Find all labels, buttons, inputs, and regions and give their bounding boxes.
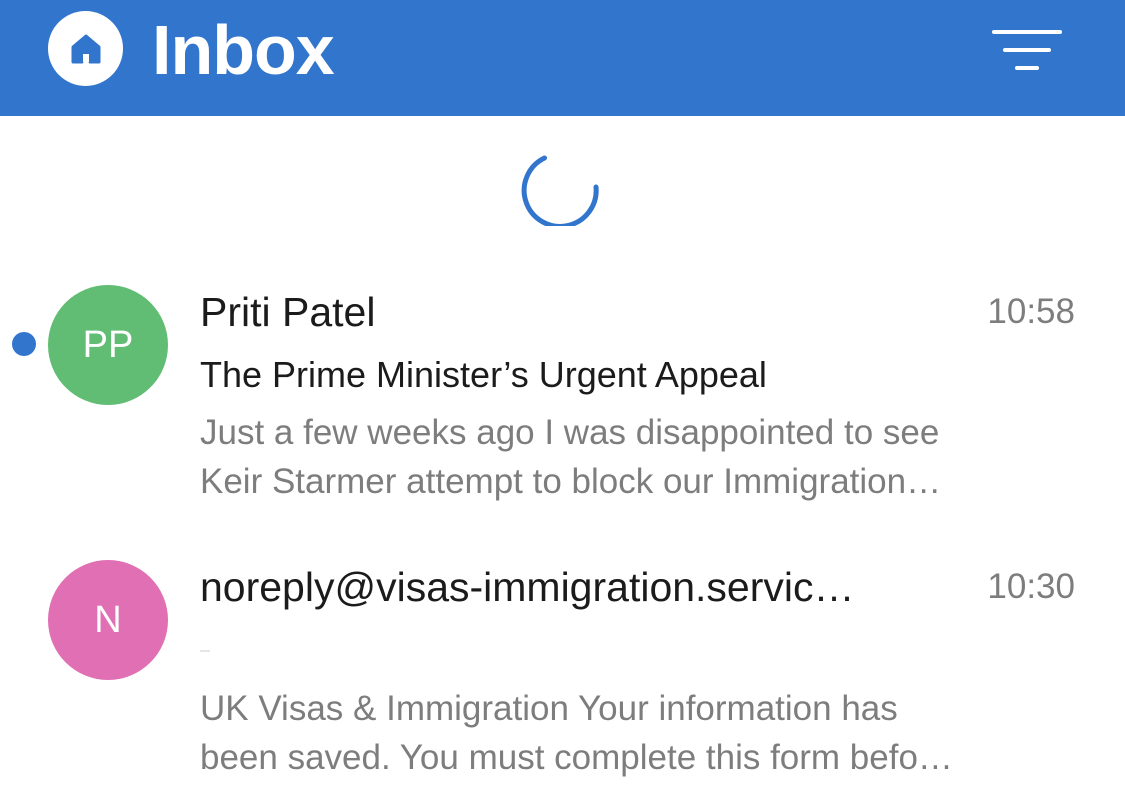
unread-indicator (12, 332, 36, 356)
header-bar: Inbox (0, 0, 1125, 116)
preview-line: UK Visas & Immigration Your information … (200, 689, 898, 728)
sender-name: Priti Patel (200, 289, 376, 335)
mail-app: Inbox PP Priti Patel 10:58 The Prime Min… (0, 0, 1125, 797)
avatar: N (48, 560, 168, 680)
message-time: 10:30 (987, 567, 1075, 606)
message-time: 10:58 (987, 292, 1075, 331)
preview-line: been saved. You must complete this form … (200, 738, 953, 777)
avatar-initials: N (94, 598, 122, 641)
filter-icon[interactable] (990, 26, 1064, 74)
message-preview: Just a few weeks ago I was disappointed … (200, 408, 1080, 506)
page-title: Inbox (152, 11, 335, 89)
spinner-icon (521, 155, 599, 226)
avatar-initials: PP (82, 323, 134, 366)
preview-line: Just a few weeks ago I was disappointed … (200, 413, 940, 452)
preview-line: Keir Starmer attempt to block our Immigr… (200, 462, 942, 501)
empty-subject (200, 650, 210, 652)
home-button[interactable] (48, 11, 123, 86)
avatar: PP (48, 285, 168, 405)
message-subject: The Prime Minister’s Urgent Appeal (200, 354, 767, 395)
sender-name: noreply@visas-immigration.servic… (200, 564, 855, 610)
message-preview: UK Visas & Immigration Your information … (200, 684, 1080, 782)
home-icon (71, 34, 100, 63)
